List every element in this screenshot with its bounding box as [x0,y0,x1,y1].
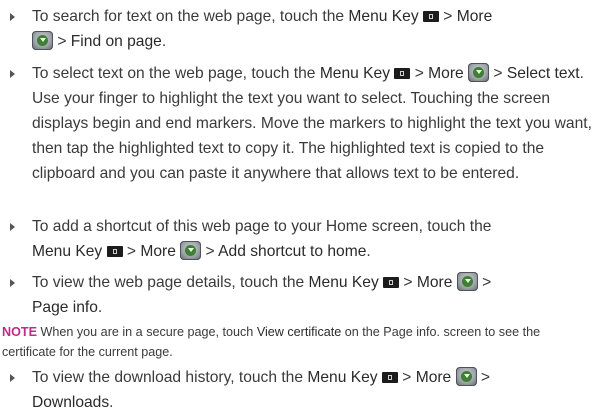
select-text-label: Select text [506,65,580,82]
more-icon [468,63,490,82]
bullet-text: To view the web page details, touch the … [32,272,492,316]
more-icon [455,367,477,386]
more-icon [456,272,478,291]
bullet-triangle-icon [10,223,15,231]
bullet-text: To select text on the web page, touch th… [32,63,592,182]
note-secure-page: NOTE When you are in a secure page, touc… [2,325,541,359]
menu-key-icon [394,68,411,79]
bullet-triangle-icon [10,70,15,78]
menu-key-icon [383,277,400,288]
more-label: More [456,8,493,25]
more-label: More [428,65,464,82]
menu-key-label: Menu Key [32,243,103,260]
bullet-find-on-page: To search for text on the web page, touc… [10,4,602,54]
bullet-text: To view the download history, touch the … [32,367,491,411]
bullet-triangle-icon [10,374,15,382]
bullet-triangle-icon [10,13,15,21]
view-certificate-label: View certificate [256,325,342,339]
bullet-page-info: To view the web page details, touch the … [10,270,602,320]
page-info-label: Page info [32,299,98,316]
menu-key-icon [381,372,398,383]
bullet-triangle-icon [10,279,15,287]
bullet-downloads: To view the download history, touch the … [10,365,602,415]
menu-key-label: Menu Key [348,8,419,25]
downloads-label: Downloads [32,394,110,411]
bullet-select-text: To select text on the web page, touch th… [10,61,602,186]
menu-key-label: Menu Key [319,65,391,82]
menu-key-label: Menu Key [307,369,378,386]
find-on-page-label: Find on page [70,33,162,50]
more-label: More [415,369,452,386]
bullet-text: To search for text on the web page, touc… [32,8,493,50]
menu-key-label: Menu Key [308,274,379,291]
add-shortcut-label: Add shortcut to home [218,243,367,260]
more-label: More [416,274,453,291]
more-icon [32,31,53,50]
menu-key-icon [422,11,439,22]
bullet-text: To add a shortcut of this web page to yo… [32,218,492,260]
more-label: More [140,243,176,260]
menu-key-icon [106,246,123,257]
note-label: NOTE [2,325,37,339]
bullet-add-shortcut: To add a shortcut of this web page to yo… [10,214,602,264]
more-icon [180,241,202,260]
